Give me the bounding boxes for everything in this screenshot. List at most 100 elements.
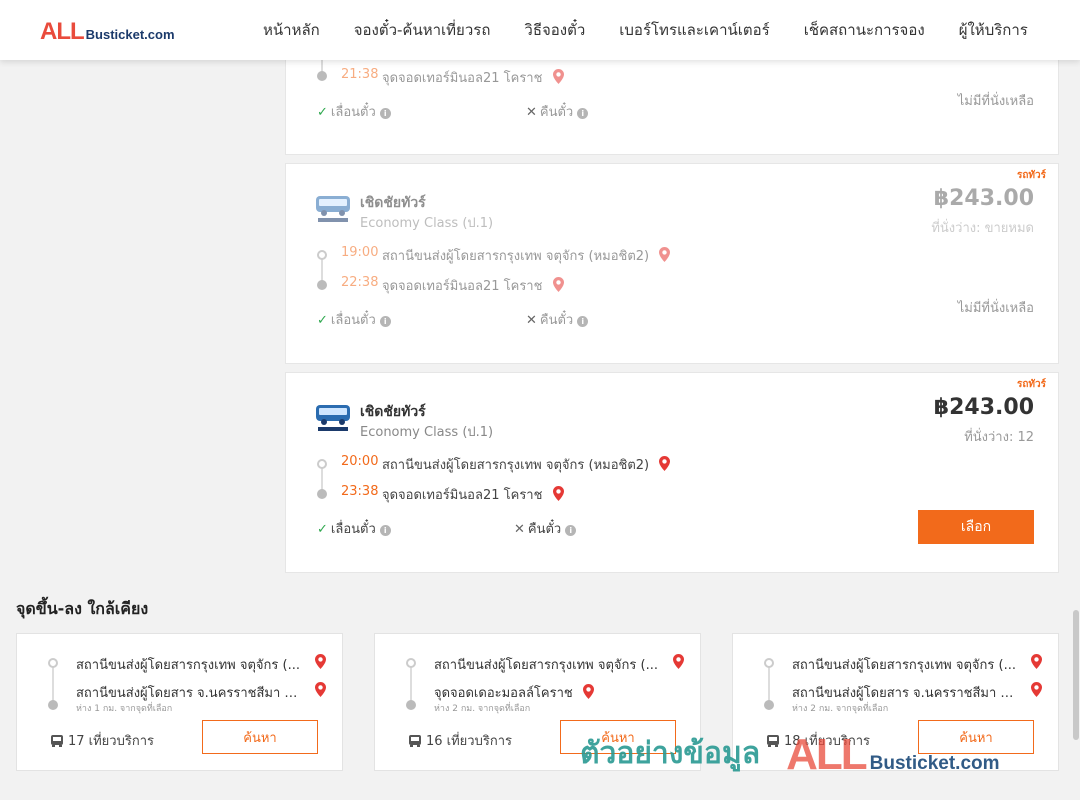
arrival-stop-label: จุดจอดเทอร์มินอล21 โคราช: [382, 71, 543, 86]
ticket-price: ฿243.00: [933, 395, 1034, 420]
refund-ticket-option: ✕ คืนตั๋ว i: [514, 518, 577, 539]
map-pin-icon[interactable]: [659, 247, 671, 262]
nav-contact-counter[interactable]: เบอร์โทรและเคาน์เตอร์: [602, 18, 786, 42]
nearby-route-card: สถานีขนส่งผู้โดยสารกรุงเทพ จตุจักร (... …: [374, 633, 701, 771]
origin-dot: [406, 658, 416, 668]
change-ticket-option: ✓ เลื่อนตั๋ว i: [317, 518, 391, 539]
nearby-origin-label: สถานีขนส่งผู้โดยสารกรุงเทพ จตุจักร (...: [76, 658, 300, 673]
operator-logo: [316, 405, 350, 431]
destination-dot: [406, 700, 416, 710]
arrival-dot: [317, 280, 327, 290]
map-pin-icon[interactable]: [659, 456, 671, 471]
trip-count-label: 17 เที่ยวบริการ: [68, 734, 154, 749]
change-ticket-option: ✓ เลื่อนตั๋ว i: [317, 101, 391, 122]
refund-ticket-option: ✕ คืนตั๋ว i: [526, 101, 589, 122]
refund-ticket-label: คืนตั๋ว: [539, 313, 574, 328]
trip-count-label: 18 เที่ยวบริการ: [784, 734, 870, 749]
refund-ticket-option: ✕ คืนตั๋ว i: [526, 309, 589, 330]
trip-count: 17 เที่ยวบริการ: [50, 730, 154, 751]
arrival-time: 23:38: [341, 484, 379, 499]
change-ticket-label: เลื่อนตั๋ว: [330, 105, 376, 120]
departure-dot: [317, 459, 327, 469]
arrival-dot: [317, 489, 327, 499]
map-pin-icon[interactable]: [552, 486, 564, 501]
bus-type-tag: รถทัวร์: [1016, 170, 1046, 181]
trip-card: รถทัวร์ เชิดชัยทัวร์ Economy Class (ป.1)…: [285, 163, 1059, 364]
nav-booking-status[interactable]: เช็คสถานะการจอง: [787, 18, 942, 42]
info-icon[interactable]: i: [577, 108, 589, 119]
arrival-time: 22:38: [341, 275, 379, 290]
arrival-stop: จุดจอดเทอร์มินอล21 โคราช: [382, 275, 564, 296]
arrival-dot: [317, 71, 327, 81]
arrival-stop-label: จุดจอดเทอร์มินอล21 โคราช: [382, 488, 543, 503]
nav-home[interactable]: หน้าหลัก: [246, 18, 337, 42]
cross-icon: ✕: [526, 313, 537, 328]
ticket-price: ฿243.00: [933, 186, 1034, 211]
nearby-origin: สถานีขนส่งผู้โดยสารกรุงเทพ จตุจักร (...: [76, 654, 326, 675]
info-icon[interactable]: i: [379, 525, 391, 536]
bus-icon: [767, 734, 779, 747]
map-pin-icon[interactable]: [315, 682, 326, 697]
trip-count-label: 16 เที่ยวบริการ: [426, 734, 512, 749]
bus-icon: [51, 734, 63, 747]
logo-domain-text: Busticket.com: [85, 27, 175, 42]
search-button[interactable]: ค้นหา: [918, 720, 1034, 754]
search-button[interactable]: ค้นหา: [202, 720, 318, 754]
page-scrollbar[interactable]: [1072, 0, 1080, 800]
map-pin-icon[interactable]: [315, 654, 326, 669]
main-nav: หน้าหลัก จองตั๋ว-ค้นหาเที่ยวรถ วิธีจองตั…: [246, 0, 1045, 60]
change-ticket-label: เลื่อนตั๋ว: [330, 313, 376, 328]
nav-operators[interactable]: ผู้ให้บริการ: [942, 18, 1045, 42]
map-pin-icon[interactable]: [1031, 654, 1042, 669]
nearby-origin-label: สถานีขนส่งผู้โดยสารกรุงเทพ จตุจักร (...: [434, 658, 658, 673]
bus-type-tag: รถทัวร์: [1016, 379, 1046, 390]
trip-count: 18 เที่ยวบริการ: [766, 730, 870, 751]
trip-card: รถทัวร์ เชิดชัยทัวร์ Economy Class (ป.1)…: [285, 372, 1059, 573]
change-ticket-option: ✓ เลื่อนตั๋ว i: [317, 309, 391, 330]
nearby-route-card: สถานีขนส่งผู้โดยสารกรุงเทพ จตุจักร (... …: [16, 633, 343, 771]
bus-class: Economy Class (ป.1): [360, 216, 494, 231]
operator-name: เชิดชัยทัวร์: [360, 404, 426, 420]
map-pin-icon[interactable]: [673, 654, 684, 669]
select-trip-button[interactable]: เลือก: [918, 510, 1034, 544]
site-header: ALL Busticket.com หน้าหลัก จองตั๋ว-ค้นหา…: [0, 0, 1080, 60]
change-ticket-label: เลื่อนตั๋ว: [330, 522, 376, 537]
check-icon: ✓: [317, 105, 328, 120]
scrollbar-thumb[interactable]: [1073, 610, 1079, 740]
nearby-destination-label: สถานีขนส่งผู้โดยสาร จ.นครราชสีมา แ...: [792, 686, 1020, 701]
map-pin-icon[interactable]: [1031, 682, 1042, 697]
nearby-destination: จุดจอดเดอะมอลล์โคราช: [434, 682, 684, 703]
bus-icon: [409, 734, 421, 747]
departure-stop: สถานีขนส่งผู้โดยสารกรุงเทพ จตุจักร (หมอช…: [382, 454, 671, 475]
nearby-section-title: จุดขึ้น-ลง ใกล้เคียง: [16, 599, 149, 618]
info-icon[interactable]: i: [565, 525, 577, 536]
map-pin-icon[interactable]: [552, 69, 564, 84]
nav-book-search[interactable]: จองตั๋ว-ค้นหาเที่ยวรถ: [337, 18, 508, 42]
bus-class: Economy Class (ป.1): [360, 425, 494, 440]
nav-how-to-book[interactable]: วิธีจองตั๋ว: [507, 18, 602, 42]
nearby-origin: สถานีขนส่งผู้โดยสารกรุงเทพ จตุจักร (...: [792, 654, 1042, 675]
nearby-destination-label: สถานีขนส่งผู้โดยสาร จ.นครราชสีมา แ...: [76, 686, 304, 701]
destination-dot: [48, 700, 58, 710]
operator-logo: [316, 196, 350, 222]
arrival-stop-label: จุดจอดเทอร์มินอล21 โคราช: [382, 279, 543, 294]
info-icon[interactable]: i: [577, 316, 589, 327]
nearby-destination: สถานีขนส่งผู้โดยสาร จ.นครราชสีมา แ...: [76, 682, 326, 703]
nearby-destination: สถานีขนส่งผู้โดยสาร จ.นครราชสีมา แ...: [792, 682, 1042, 703]
distance-note: ห่าง 2 กม. จากจุดที่เลือก: [434, 704, 531, 714]
arrival-stop: จุดจอดเทอร์มินอล21 โคราช: [382, 484, 564, 505]
search-button[interactable]: ค้นหา: [560, 720, 676, 754]
site-logo[interactable]: ALL Busticket.com: [40, 18, 175, 44]
check-icon: ✓: [317, 313, 328, 328]
departure-dot: [317, 250, 327, 260]
origin-dot: [48, 658, 58, 668]
map-pin-icon[interactable]: [582, 684, 594, 699]
info-icon[interactable]: i: [379, 108, 391, 119]
no-seats-status: ไม่มีที่นั่งเหลือ: [957, 301, 1034, 316]
map-pin-icon[interactable]: [552, 277, 564, 292]
seats-available: ที่นั่งว่าง: 12: [964, 430, 1034, 445]
info-icon[interactable]: i: [379, 316, 391, 327]
distance-note: ห่าง 1 กม. จากจุดที่เลือก: [76, 704, 173, 714]
departure-stop: สถานีขนส่งผู้โดยสารกรุงเทพ จตุจักร (หมอช…: [382, 245, 671, 266]
nearby-origin: สถานีขนส่งผู้โดยสารกรุงเทพ จตุจักร (...: [434, 654, 684, 675]
